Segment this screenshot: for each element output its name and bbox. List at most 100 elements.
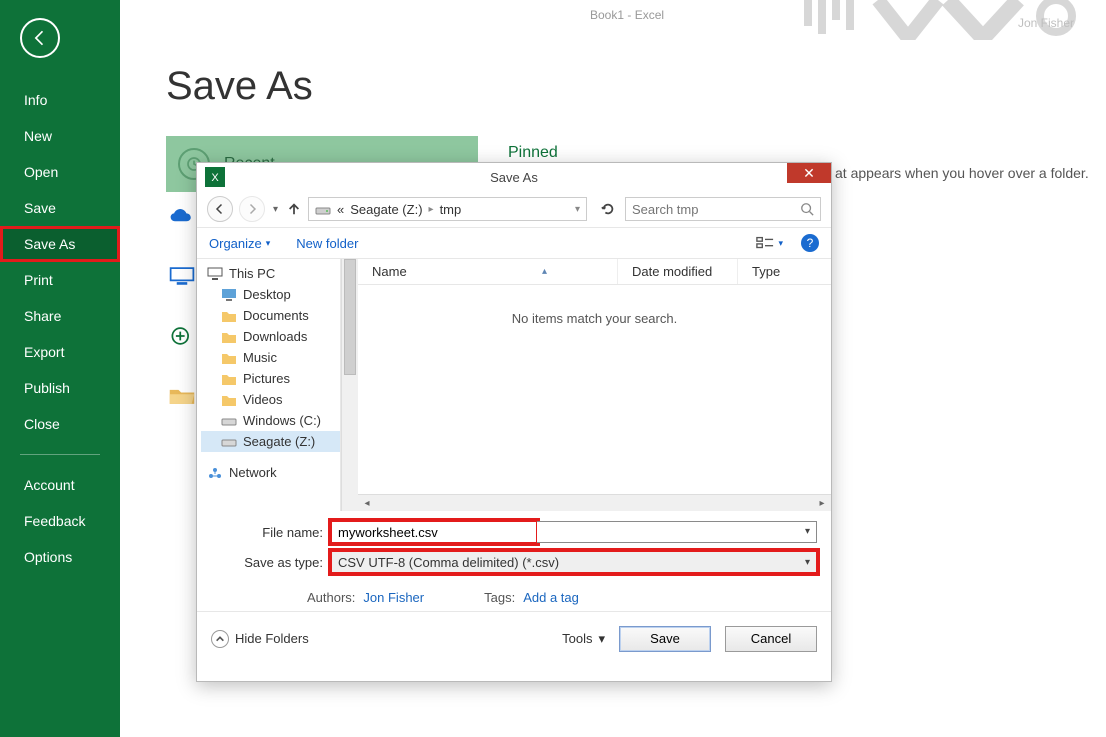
sidebar-item-publish[interactable]: Publish [0,370,120,406]
folder-icon [221,330,237,344]
nav-back-button[interactable] [207,196,233,222]
nav-history-dropdown[interactable]: ▾ [271,204,280,215]
sidebar-item-open[interactable]: Open [0,154,120,190]
breadcrumb-seg-1[interactable]: tmp [440,202,462,217]
dialog-titlebar[interactable]: X Save As ✕ [197,163,831,191]
tree-windows-c[interactable]: Windows (C:) [201,410,340,431]
thispc-icon[interactable] [166,260,198,292]
search-box[interactable] [625,197,821,221]
arrow-left-icon [214,203,226,215]
column-headers: Name▴ Date modified Type [358,259,831,285]
scroll-right[interactable]: ▸ [814,496,830,510]
tree-documents[interactable]: Documents [201,305,340,326]
scroll-left[interactable]: ◂ [359,496,375,510]
nav-up-button[interactable] [286,201,302,217]
drive-icon [315,202,331,216]
tree-seagate-z[interactable]: Seagate (Z:) [201,431,340,452]
address-dropdown[interactable]: ▾ [575,204,580,215]
sidebar-item-export[interactable]: Export [0,334,120,370]
tree-label: Seagate (Z:) [243,434,315,449]
nav-forward-button [239,196,265,222]
page-title: Save As [166,64,313,109]
tree-label: Network [229,465,277,480]
col-type[interactable]: Type [738,259,831,284]
view-mode-button[interactable]: ▾ [756,236,783,250]
sidebar-item-account[interactable]: Account [0,467,120,503]
onedrive-icon[interactable] [166,200,198,232]
save-type-select[interactable]: CSV UTF-8 (Comma delimited) (*.csv)▾ [331,551,817,573]
cancel-button[interactable]: Cancel [725,626,817,652]
hide-folders-button[interactable]: Hide Folders [211,630,309,648]
tree-label: Documents [243,308,309,323]
hint-text: at appears when you hover over a folder. [835,165,1089,181]
backstage-sidebar: Info New Open Save Save As Print Share E… [0,0,120,737]
file-name-label: File name: [211,525,331,540]
chevron-down-icon: ▾ [598,631,605,647]
dialog-close-button[interactable]: ✕ [787,163,831,183]
chevron-down-icon: ▾ [805,526,810,537]
tree-label: Desktop [243,287,291,302]
col-date[interactable]: Date modified [618,259,738,284]
organize-button[interactable]: Organize▾ [209,236,270,251]
empty-message: No items match your search. [358,285,831,494]
sidebar-item-save[interactable]: Save [0,190,120,226]
sidebar-item-share[interactable]: Share [0,298,120,334]
col-name[interactable]: Name▴ [358,259,618,284]
file-hscrollbar[interactable]: ◂ ▸ [358,494,831,511]
chevron-down-icon: ▾ [266,238,271,249]
chevron-right-icon[interactable]: ▸ [429,204,434,215]
svg-text:X: X [211,172,219,184]
tree-videos[interactable]: Videos [201,389,340,410]
search-input[interactable] [632,202,814,217]
pinned-heading: Pinned [508,144,558,162]
network-icon [207,466,223,480]
tree-pictures[interactable]: Pictures [201,368,340,389]
tree-this-pc[interactable]: This PC [201,263,340,284]
folder-tree[interactable]: This PC Desktop Documents Downloads Musi… [197,259,341,511]
browse-icon[interactable] [166,380,198,412]
new-folder-button[interactable]: New folder [296,236,358,251]
file-name-input[interactable] [331,521,537,543]
drive-icon [221,414,237,428]
folder-icon [221,351,237,365]
help-button[interactable]: ? [801,234,819,252]
save-as-dialog: X Save As ✕ ▾ « Seagate (Z:) ▸ tmp ▾ Org… [196,162,832,682]
tree-label: Pictures [243,371,290,386]
authors-label: Authors: [307,590,355,605]
dialog-toolbar: Organize▾ New folder ▾ ? [197,227,831,259]
user-name: Jon Fisher [1018,16,1074,30]
tree-desktop[interactable]: Desktop [201,284,340,305]
refresh-button[interactable] [597,198,619,220]
sidebar-item-feedback[interactable]: Feedback [0,503,120,539]
sidebar-item-info[interactable]: Info [0,82,120,118]
tree-music[interactable]: Music [201,347,340,368]
authors-value[interactable]: Jon Fisher [363,590,424,605]
tags-add[interactable]: Add a tag [523,590,579,605]
chevron-up-icon [211,630,229,648]
tree-scrollbar[interactable] [341,259,358,511]
scrollbar-thumb[interactable] [344,259,356,375]
breadcrumb-seg-0[interactable]: Seagate (Z:) [350,202,422,217]
dialog-nav: ▾ « Seagate (Z:) ▸ tmp ▾ [197,191,831,227]
save-button[interactable]: Save [619,626,711,652]
tools-dropdown[interactable]: Tools▾ [562,631,605,647]
tree-downloads[interactable]: Downloads [201,326,340,347]
sidebar-item-options[interactable]: Options [0,539,120,575]
save-type-row: Save as type: CSV UTF-8 (Comma delimited… [211,551,817,573]
back-button[interactable] [20,18,60,58]
dialog-form: File name: ▾ Save as type: CSV UTF-8 (Co… [197,511,831,589]
hide-folders-label: Hide Folders [235,631,309,646]
addplace-icon[interactable] [166,320,198,352]
address-bar[interactable]: « Seagate (Z:) ▸ tmp ▾ [308,197,587,221]
sidebar-item-new[interactable]: New [0,118,120,154]
tree-label: Videos [243,392,283,407]
sidebar-item-print[interactable]: Print [0,262,120,298]
file-name-combobox[interactable]: ▾ [537,521,817,543]
sidebar-item-save-as[interactable]: Save As [0,226,120,262]
folder-icon [221,372,237,386]
sidebar-item-close[interactable]: Close [0,406,120,442]
close-icon: ✕ [803,165,815,182]
folder-icon [221,393,237,407]
tree-network[interactable]: Network [201,462,340,483]
breadcrumb-prefix: « [337,202,344,217]
